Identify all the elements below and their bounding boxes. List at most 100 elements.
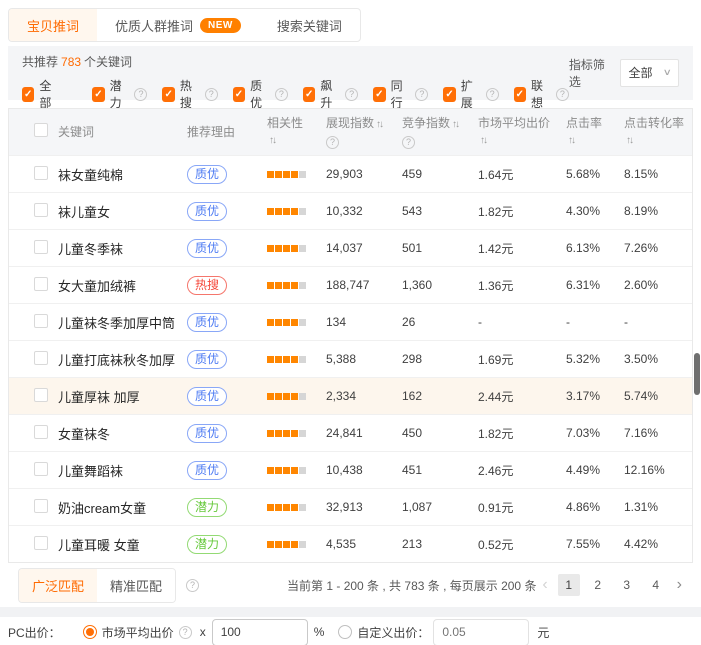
relevance-cell <box>267 278 326 292</box>
row-checkbox[interactable] <box>34 536 48 550</box>
prev-page-icon[interactable]: ‹ <box>539 575 550 595</box>
radio-selected-icon[interactable] <box>83 625 97 639</box>
filter-checkbox-item[interactable]: ✓ 飙升 ? <box>303 77 358 111</box>
sort-icon[interactable]: ↑↓ <box>269 135 275 146</box>
checkbox-checked-icon[interactable]: ✓ <box>22 87 34 102</box>
header-checkbox-cell <box>34 123 58 141</box>
row-checkbox[interactable] <box>34 277 48 291</box>
filter-bar: 共推荐783个关键词 ✓ 全部 ? ✓ 潜力 ? <box>8 46 693 100</box>
scrollbar-thumb[interactable] <box>694 353 700 395</box>
header-cvr-label: 点击转化率 <box>624 115 692 131</box>
sort-icon[interactable]: ↑↓ <box>452 119 458 130</box>
page-number[interactable]: 1 <box>558 574 580 596</box>
help-icon[interactable]: ? <box>556 88 569 101</box>
table-row[interactable]: 女童袜冬 质优 24,841 450 1.82元 7.03% 7.16% <box>9 414 692 451</box>
help-icon[interactable]: ? <box>275 88 288 101</box>
checkbox-checked-icon[interactable]: ✓ <box>443 87 455 102</box>
metric-filter-select[interactable]: 全部 ∨ <box>620 59 679 87</box>
filter-checkbox-item[interactable]: ✓ 全部 ? <box>22 77 77 111</box>
tab-item-crowd-keywords[interactable]: 优质人群推词 NEW <box>97 9 259 41</box>
filter-checkbox-item[interactable]: ✓ 扩展 ? <box>443 77 498 111</box>
keyword-cell: 女大童加绒裤 <box>58 276 187 295</box>
row-checkbox[interactable] <box>34 499 48 513</box>
market-bid-option[interactable]: 市场平均出价 ? <box>83 624 192 641</box>
help-icon[interactable]: ? <box>134 88 147 101</box>
market-bid-percent-input[interactable] <box>212 619 308 645</box>
table-row[interactable]: 袜女童纯棉 质优 29,903 459 1.64元 5.68% 8.15% <box>9 155 692 192</box>
row-checkbox[interactable] <box>34 240 48 254</box>
row-checkbox[interactable] <box>34 314 48 328</box>
keyword-cell: 儿童舞蹈袜 <box>58 461 187 480</box>
page-number[interactable]: 4 <box>645 574 667 596</box>
table-row[interactable]: 儿童厚袜 加厚 质优 2,334 162 2.44元 3.17% 5.74% <box>9 377 692 414</box>
header-impression-label: 展现指数 <box>326 116 374 130</box>
row-checkbox[interactable] <box>34 388 48 402</box>
filter-checkbox-item[interactable]: ✓ 热搜 ? <box>162 77 217 111</box>
filter-checkbox-label: 热搜 <box>180 77 200 111</box>
table-row[interactable]: 儿童冬季袜 质优 14,037 501 1.42元 6.13% 7.26% <box>9 229 692 266</box>
filter-checkbox-item[interactable]: ✓ 联想 ? <box>514 77 569 111</box>
broad-match-button[interactable]: 广泛匹配 <box>19 569 97 602</box>
table-row[interactable]: 儿童打底袜秋冬加厚 质优 5,388 298 1.69元 5.32% 3.50% <box>9 340 692 377</box>
help-icon[interactable]: ? <box>186 579 199 592</box>
checkbox-checked-icon[interactable]: ✓ <box>514 87 526 102</box>
filter-checkbox-label: 飙升 <box>320 77 340 111</box>
checkbox-checked-icon[interactable]: ✓ <box>303 87 315 102</box>
tab-item-search-keywords[interactable]: 搜索关键词 <box>259 9 360 41</box>
checkbox-checked-icon[interactable]: ✓ <box>92 87 104 102</box>
row-checkbox[interactable] <box>34 351 48 365</box>
page-number[interactable]: 2 <box>587 574 609 596</box>
reason-cell: 潜力 <box>187 498 267 517</box>
header-ctr-label: 点击率 <box>566 115 624 131</box>
competition-value: 26 <box>402 315 478 329</box>
help-icon[interactable]: ? <box>486 88 499 101</box>
relevance-cell <box>267 426 326 440</box>
filter-checkbox-item[interactable]: ✓ 质优 ? <box>233 77 288 111</box>
page-number[interactable]: 3 <box>616 574 638 596</box>
table-row[interactable]: 袜儿童女 质优 10,332 543 1.82元 4.30% 8.19% <box>9 192 692 229</box>
table-footer-bar: 广泛匹配 精准匹配 ? 当前第 1 - 200 条 , 共 783 条 , 每页… <box>8 563 693 607</box>
keyword-cell: 儿童耳暖 女童 <box>58 535 187 554</box>
select-all-checkbox[interactable] <box>34 123 48 137</box>
filter-checkbox-label: 潜力 <box>110 77 130 111</box>
table-row[interactable]: 女大童加绒裤 热搜 188,747 1,360 1.36元 6.31% 2.60… <box>9 266 692 303</box>
cvr-value: 12.16% <box>624 463 692 477</box>
sort-icon[interactable]: ↑↓ <box>626 135 632 146</box>
sort-icon[interactable]: ↑↓ <box>376 119 382 130</box>
recommend-summary: 共推荐783个关键词 <box>22 53 569 70</box>
sort-icon[interactable]: ↑↓ <box>480 135 486 146</box>
checkbox-checked-icon[interactable]: ✓ <box>373 87 385 102</box>
checkbox-checked-icon[interactable]: ✓ <box>233 87 245 102</box>
tab-item-product-keywords[interactable]: 宝贝推词 <box>9 9 97 41</box>
help-icon[interactable]: ? <box>345 88 358 101</box>
table-row[interactable]: 儿童袜冬季加厚中筒 质优 134 26 - - - <box>9 303 692 340</box>
row-checkbox[interactable] <box>34 425 48 439</box>
custom-bid-option[interactable]: 自定义出价： <box>338 624 429 641</box>
relevance-cell <box>267 463 326 477</box>
filter-checkbox-item[interactable]: ✓ 同行 ? <box>373 77 428 111</box>
table-row[interactable]: 儿童舞蹈袜 质优 10,438 451 2.46元 4.49% 12.16% <box>9 451 692 488</box>
row-checkbox[interactable] <box>34 462 48 476</box>
checkbox-checked-icon[interactable]: ✓ <box>162 87 174 102</box>
help-icon[interactable]: ? <box>402 136 415 149</box>
ctr-value: 4.30% <box>566 204 624 218</box>
relevance-bars <box>267 319 306 326</box>
impression-value: 2,334 <box>326 389 402 403</box>
help-icon[interactable]: ? <box>326 136 339 149</box>
help-icon[interactable]: ? <box>205 88 218 101</box>
filter-checkbox-item[interactable]: ✓ 潜力 ? <box>92 77 147 111</box>
sort-icon[interactable]: ↑↓ <box>568 135 574 146</box>
row-checkbox[interactable] <box>34 203 48 217</box>
row-checkbox[interactable] <box>34 166 48 180</box>
ctr-value: 4.86% <box>566 500 624 514</box>
radio-unselected-icon[interactable] <box>338 625 352 639</box>
table-row[interactable]: 奶油cream女童 潜力 32,913 1,087 0.91元 4.86% 1.… <box>9 488 692 525</box>
next-page-icon[interactable]: › <box>674 575 685 595</box>
exact-match-button[interactable]: 精准匹配 <box>97 569 175 602</box>
relevance-bars <box>267 541 306 548</box>
impression-value: 24,841 <box>326 426 402 440</box>
custom-bid-input[interactable] <box>433 619 529 645</box>
help-icon[interactable]: ? <box>415 88 428 101</box>
table-row[interactable]: 儿童耳暖 女童 潜力 4,535 213 0.52元 7.55% 4.42% <box>9 525 692 562</box>
help-icon[interactable]: ? <box>179 626 192 639</box>
